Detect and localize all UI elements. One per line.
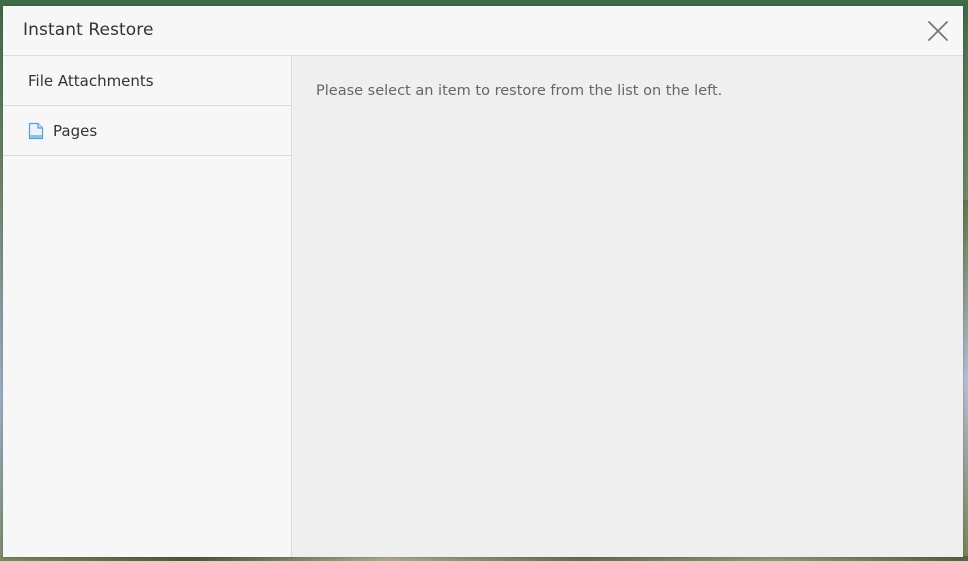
close-button[interactable] bbox=[927, 20, 949, 42]
sidebar-item-label: Pages bbox=[53, 121, 98, 140]
close-icon bbox=[928, 21, 948, 41]
background-right-edge bbox=[963, 200, 968, 561]
page-document-icon bbox=[28, 122, 44, 140]
sidebar-item-label: File Attachments bbox=[28, 71, 154, 90]
restore-detail-panel: Please select an item to restore from th… bbox=[292, 56, 963, 557]
dialog-header: Instant Restore bbox=[3, 6, 963, 56]
instant-restore-dialog: Instant Restore File Attachments Pages P… bbox=[3, 6, 963, 557]
dialog-title: Instant Restore bbox=[23, 20, 154, 40]
empty-state-message: Please select an item to restore from th… bbox=[316, 83, 723, 99]
sidebar-item-pages[interactable]: Pages bbox=[3, 106, 291, 156]
sidebar-item-file-attachments[interactable]: File Attachments bbox=[3, 56, 291, 106]
restore-category-list: File Attachments Pages bbox=[3, 56, 292, 557]
